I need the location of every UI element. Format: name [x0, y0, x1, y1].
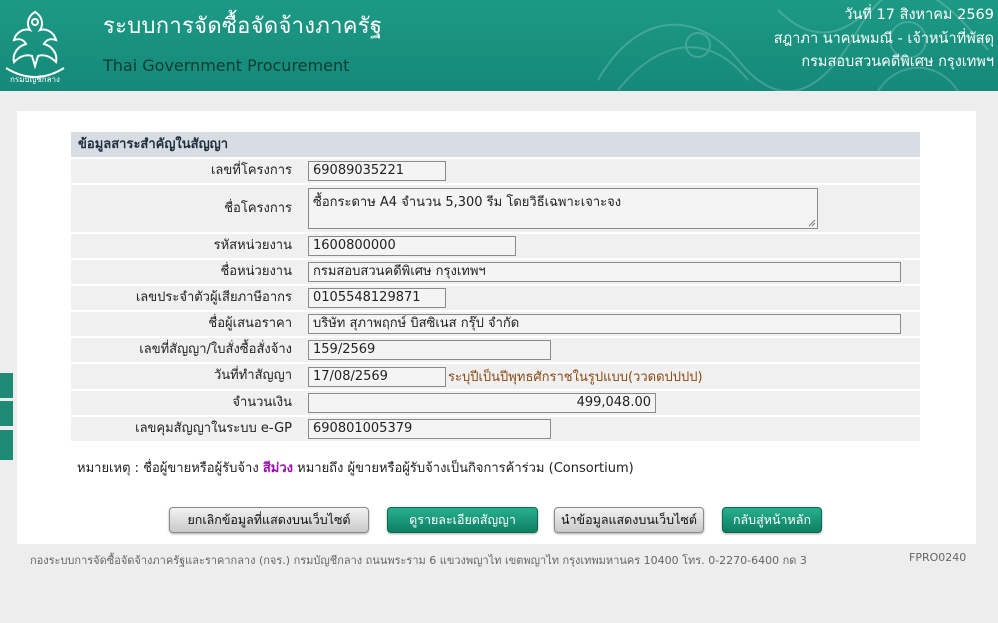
field-label: เลขที่โครงการ [210, 163, 292, 178]
form-row-agency-name: ชื่อหน่วยงาน กรมสอบสวนคดีพิเศษ กรุงเทพฯ [71, 258, 920, 284]
app-header: กรมบัญชีกลาง ระบบการจัดซื้อจัดจ้างภาครัฐ… [0, 0, 998, 91]
tax-id-field[interactable]: 0105548129871 [308, 288, 446, 308]
side-tab-1[interactable] [0, 373, 13, 398]
form-row-project-number: เลขที่โครงการ 69089035221 [71, 157, 920, 183]
consortium-note: หมายเหตุ : ชื่อผู้ขายหรือผู้รับจ้าง สีม่… [77, 457, 634, 478]
form-heading: ข้อมูลสาระสำคัญในสัญญา [71, 132, 920, 157]
app-title-english: Thai Government Procurement [103, 56, 350, 75]
user-info: วันที่ 17 สิงหาคม 2569 สฎาภา นาคนพมณี - … [774, 4, 994, 75]
project-name-text: ซื้อกระดาษ A4 จำนวน 5,300 รีม โดยวิธีเฉพ… [313, 195, 622, 210]
content-panel: ข้อมูลสาระสำคัญในสัญญา เลขที่โครงการ 690… [17, 111, 976, 544]
form-row-contract-number: เลขที่สัญญา/ใบสั่งซื้อสั่งจ้าง 159/2569 [71, 336, 920, 362]
agency-code-field[interactable]: 1600800000 [308, 236, 516, 256]
field-label: ชื่อโครงการ [224, 201, 292, 216]
form-row-amount: จำนวนเงิน 499,048.00 [71, 389, 920, 415]
side-tab-3[interactable] [0, 430, 13, 460]
cancel-publish-button[interactable]: ยกเลิกข้อมูลที่แสดงบนเว็บไซต์ [169, 507, 369, 533]
garuda-logo-icon: กรมบัญชีกลาง [5, 10, 65, 84]
field-label: จำนวนเงิน [232, 395, 292, 410]
publish-button[interactable]: นำข้อมูลแสดงบนเว็บไซต์ [554, 507, 704, 533]
form-row-project-name: ชื่อโครงการ ซื้อกระดาษ A4 จำนวน 5,300 รี… [71, 183, 920, 232]
contract-date-field[interactable]: 17/08/2569 [308, 366, 446, 387]
side-tab-2[interactable] [0, 401, 13, 426]
note-prefix: หมายเหตุ : ชื่อผู้ขายหรือผู้รับจ้าง [77, 461, 259, 476]
project-name-textarea[interactable]: ซื้อกระดาษ A4 จำนวน 5,300 รีม โดยวิธีเฉพ… [308, 188, 818, 229]
field-label: วันที่ทำสัญญา [213, 368, 292, 383]
egp-control-number-field[interactable]: 690801005379 [308, 419, 551, 439]
logo-text: กรมบัญชีกลาง [10, 75, 60, 84]
note-suffix: หมายถึง ผู้ขายหรือผู้รับจ้างเป็นกิจการค้… [297, 461, 634, 476]
view-contract-button[interactable]: ดูรายละเอียดสัญญา [387, 507, 538, 533]
form-row-bidder-name: ชื่อผู้เสนอราคา บริษัท สุภาพฤกษ์ บิสซิเน… [71, 310, 920, 336]
resize-grip-icon[interactable] [808, 219, 816, 227]
app-title-thai: ระบบการจัดซื้อจัดจ้างภาครัฐ [103, 14, 383, 39]
field-label: เลขที่สัญญา/ใบสั่งซื้อสั่งจ้าง [139, 342, 292, 357]
project-number-field[interactable]: 69089035221 [308, 161, 446, 181]
form-row-egp-control-number: เลขคุมสัญญาในระบบ e-GP 690801005379 [71, 415, 920, 441]
back-home-button[interactable]: กลับสู่หน้าหลัก [722, 507, 822, 533]
amount-field[interactable]: 499,048.00 [308, 393, 656, 413]
user-department: กรมสอบสวนคดีพิเศษ กรุงเทพฯ [801, 54, 994, 70]
form-row-contract-date: วันที่ทำสัญญา 17/08/2569 ระบุปีเป็นปีพุท… [71, 362, 920, 389]
current-date: วันที่ 17 สิงหาคม 2569 [844, 7, 994, 23]
field-label: ชื่อหน่วยงาน [220, 264, 292, 279]
footer-page-code: FPRO0240 [909, 551, 967, 564]
bidder-name-field[interactable]: บริษัท สุภาพฤกษ์ บิสซิเนส กรุ๊ป จำกัด [308, 314, 901, 334]
date-format-hint: ระบุปีเป็นปีพุทธศักราชในรูปแบบ(ววดดปปปป) [448, 370, 703, 385]
footer-address: กองระบบการจัดซื้อจัดจ้างภาครัฐและราคากลา… [30, 554, 807, 567]
user-name: สฎาภา นาคนพมณี - เจ้าหน้าที่พัสดุ [773, 30, 994, 47]
field-label: เลขคุมสัญญาในระบบ e-GP [135, 421, 292, 436]
agency-name-field[interactable]: กรมสอบสวนคดีพิเศษ กรุงเทพฯ [308, 262, 901, 282]
form-row-tax-id: เลขประจำตัวผู้เสียภาษีอากร 0105548129871 [71, 284, 920, 310]
field-label: เลขประจำตัวผู้เสียภาษีอากร [135, 290, 292, 305]
contract-number-field[interactable]: 159/2569 [308, 340, 551, 360]
note-highlight: สีม่วง [262, 461, 293, 476]
field-label: รหัสหน่วยงาน [213, 238, 292, 253]
field-label: ชื่อผู้เสนอราคา [208, 316, 292, 331]
form-row-agency-code: รหัสหน่วยงาน 1600800000 [71, 232, 920, 258]
contract-form: ข้อมูลสาระสำคัญในสัญญา เลขที่โครงการ 690… [71, 132, 920, 441]
